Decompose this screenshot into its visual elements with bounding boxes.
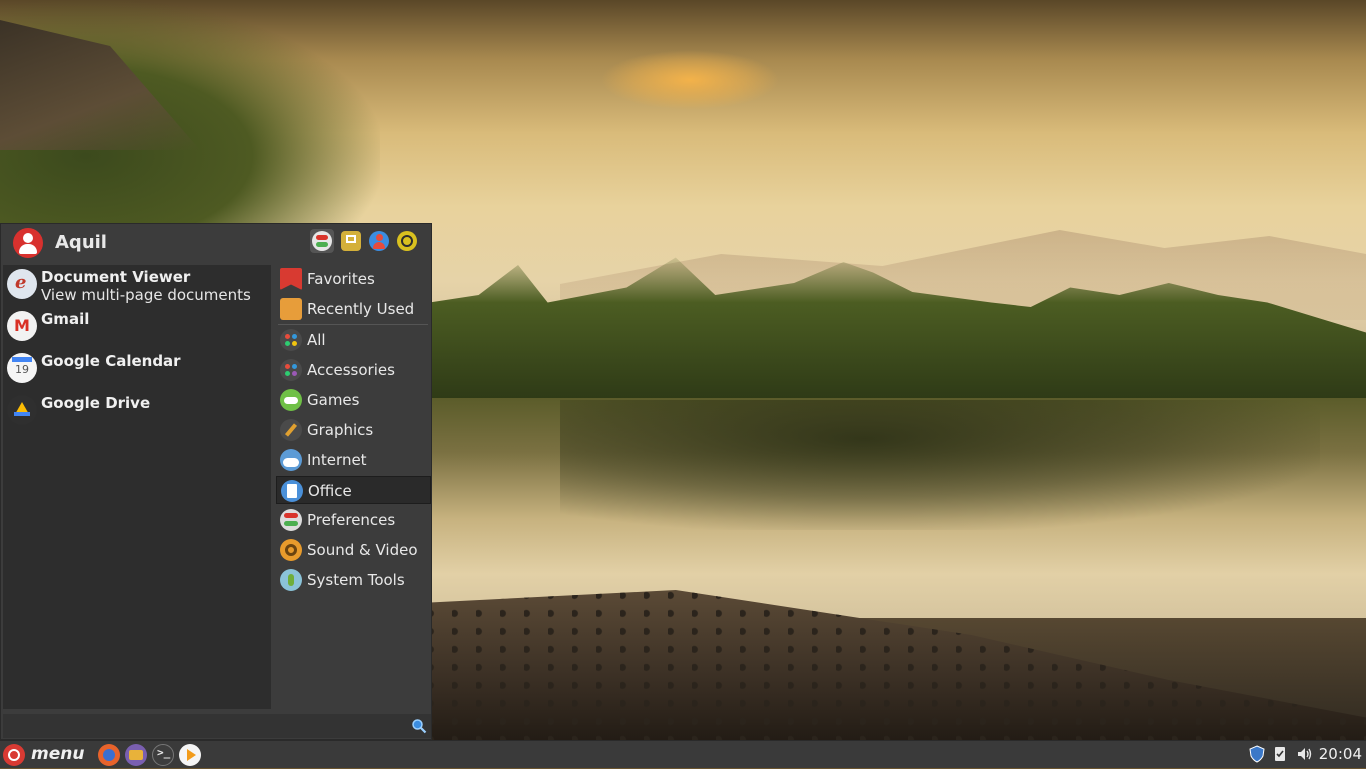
gmail-icon: M — [7, 311, 37, 341]
category-divider — [278, 324, 428, 325]
tree-reflection — [560, 400, 1320, 530]
account-button[interactable] — [367, 229, 391, 253]
shield-update-icon[interactable] — [1248, 745, 1266, 763]
list-item[interactable]: M Gmail — [3, 307, 271, 349]
user-avatar-icon[interactable] — [13, 228, 43, 258]
games-icon — [280, 389, 302, 411]
list-item[interactable]: Google Drive — [3, 391, 271, 433]
recently-used-icon — [280, 298, 302, 320]
sun-glow — [600, 50, 780, 110]
preferences-toggle-icon — [312, 231, 332, 251]
app-name: Google Calendar — [41, 352, 181, 370]
app-name: Google Drive — [41, 394, 151, 412]
sound-video-icon — [280, 539, 302, 561]
category-favorites[interactable]: Favorites — [276, 265, 431, 293]
category-label: Graphics — [307, 421, 374, 439]
clipboard-icon[interactable] — [1271, 745, 1289, 763]
preferences-button[interactable] — [310, 229, 334, 253]
category-label: Favorites — [307, 270, 375, 288]
app-name: Document Viewer — [41, 268, 191, 286]
category-label: Office — [308, 482, 352, 500]
logout-button[interactable] — [395, 229, 419, 253]
category-all[interactable]: All — [276, 326, 431, 354]
category-label: Internet — [307, 451, 367, 469]
category-sound-video[interactable]: Sound & Video — [276, 536, 431, 564]
firefox-icon[interactable] — [98, 744, 120, 766]
category-internet[interactable]: Internet — [276, 446, 431, 474]
list-item[interactable]: 19 Google Calendar — [3, 349, 271, 391]
menu-logo-icon — [3, 744, 25, 766]
app-description: View multi-page documents — [41, 286, 251, 304]
favorites-list: e Document Viewer View multi-page docume… — [3, 265, 271, 709]
menu-label: menu — [31, 744, 85, 764]
preferences-icon — [280, 509, 302, 531]
taskbar: menu >_ 20:04 — [0, 740, 1366, 768]
office-icon — [281, 480, 303, 502]
category-label: Sound & Video — [307, 541, 418, 559]
all-apps-icon — [280, 329, 302, 351]
category-list: Favorites Recently Used All Accessories — [276, 265, 432, 709]
user-name: Aquil — [55, 232, 107, 253]
files-icon[interactable] — [125, 744, 147, 766]
search-icon[interactable] — [411, 718, 427, 734]
category-accessories[interactable]: Accessories — [276, 356, 431, 384]
document-viewer-icon: e — [7, 269, 37, 299]
search-input[interactable] — [3, 714, 431, 738]
terminal-icon[interactable]: >_ — [152, 744, 174, 766]
media-player-icon[interactable] — [179, 744, 201, 766]
software-manager-button[interactable] — [339, 229, 363, 253]
menu-button[interactable]: menu — [0, 741, 96, 769]
list-item[interactable]: e Document Viewer View multi-page docume… — [3, 265, 271, 307]
category-label: All — [307, 331, 326, 349]
google-drive-icon — [7, 395, 37, 425]
category-label: System Tools — [307, 571, 405, 589]
category-label: Preferences — [307, 511, 396, 529]
category-preferences[interactable]: Preferences — [276, 506, 431, 534]
system-tools-icon — [280, 569, 302, 591]
category-label: Accessories — [307, 361, 395, 379]
graphics-icon — [280, 419, 302, 441]
user-account-icon — [369, 231, 389, 251]
google-calendar-icon: 19 — [7, 353, 37, 383]
internet-icon — [280, 449, 302, 471]
clock[interactable]: 20:04 — [1319, 745, 1362, 763]
logout-icon — [397, 231, 417, 251]
menu-header: Aquil — [1, 224, 431, 262]
category-system-tools[interactable]: System Tools — [276, 566, 431, 594]
software-manager-icon — [341, 231, 361, 251]
category-games[interactable]: Games — [276, 386, 431, 414]
application-menu: Aquil e Document Viewer View multi-page … — [0, 223, 432, 740]
favorites-bookmark-icon — [280, 268, 302, 290]
category-graphics[interactable]: Graphics — [276, 416, 431, 444]
app-name: Gmail — [41, 310, 90, 328]
accessories-icon — [280, 359, 302, 381]
category-office[interactable]: Office — [276, 476, 431, 504]
category-recently-used[interactable]: Recently Used — [276, 295, 431, 323]
category-label: Recently Used — [307, 300, 415, 318]
volume-icon[interactable] — [1296, 745, 1314, 763]
category-label: Games — [307, 391, 360, 409]
